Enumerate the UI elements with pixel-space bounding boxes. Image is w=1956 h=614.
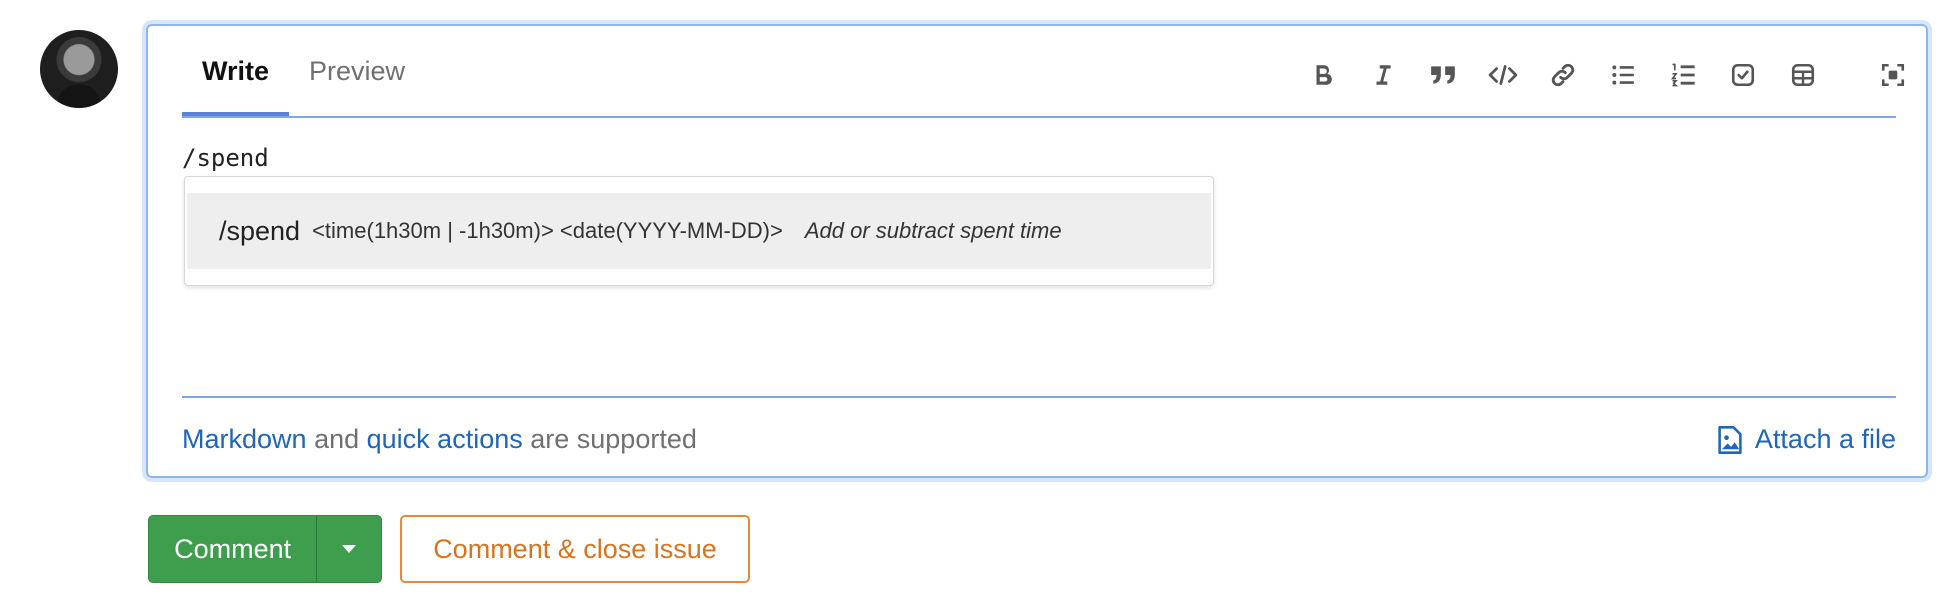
quick-action-autocomplete: /spend <time(1h30m | -1h30m)> <date(YYYY… <box>184 176 1214 286</box>
footer-divider <box>182 396 1896 398</box>
image-file-icon <box>1718 425 1742 454</box>
quick-actions-link[interactable]: quick actions <box>367 424 523 454</box>
comment-options-button[interactable] <box>316 516 381 582</box>
autocomplete-description: Add or subtract spent time <box>804 218 1062 243</box>
tab-preview[interactable]: Preview <box>289 26 425 116</box>
bold-icon[interactable] <box>1300 52 1346 98</box>
editor-tabs: Write Preview <box>182 26 425 116</box>
caret-down-icon <box>342 545 357 553</box>
code-icon[interactable] <box>1480 52 1526 98</box>
autocomplete-item-spend[interactable]: /spend <time(1h30m | -1h30m)> <date(YYYY… <box>187 193 1211 269</box>
task-list-icon[interactable] <box>1720 52 1766 98</box>
markdown-help-text: Markdown and quick actions are supported <box>182 424 697 455</box>
markdown-link[interactable]: Markdown <box>182 424 307 454</box>
attach-file-button[interactable]: Attach a file <box>1717 424 1896 455</box>
autocomplete-params: <time(1h30m | -1h30m)> <date(YYYY-MM-DD)… <box>312 218 783 243</box>
tab-divider <box>182 116 1896 118</box>
italic-icon[interactable] <box>1360 52 1406 98</box>
supported-text: are supported <box>530 424 697 454</box>
numbered-list-icon[interactable] <box>1660 52 1706 98</box>
bullet-list-icon[interactable] <box>1600 52 1646 98</box>
comment-and-close-button[interactable]: Comment & close issue <box>400 515 750 583</box>
comment-editor: Write Preview /spend /spend <time(1h30m … <box>146 24 1928 478</box>
quote-icon[interactable] <box>1420 52 1466 98</box>
autocomplete-command: /spend <box>219 215 301 246</box>
markdown-toolbar <box>1286 52 1916 98</box>
comment-button[interactable]: Comment <box>149 516 316 582</box>
comment-textarea[interactable]: /spend <box>182 144 269 172</box>
fullscreen-icon[interactable] <box>1870 52 1916 98</box>
user-avatar <box>40 30 118 108</box>
table-icon[interactable] <box>1780 52 1826 98</box>
attach-file-label: Attach a file <box>1754 424 1896 454</box>
link-icon[interactable] <box>1540 52 1586 98</box>
comment-split-button: Comment <box>148 515 382 583</box>
tab-write[interactable]: Write <box>182 26 290 116</box>
and-text: and <box>314 424 360 454</box>
